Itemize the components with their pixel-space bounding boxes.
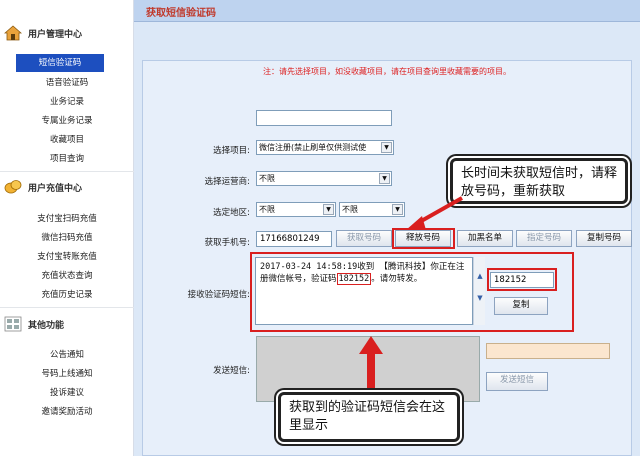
sidebar-item-recharge-history[interactable]: 充值历史记录 (0, 286, 134, 304)
sidebar-item-business-records[interactable]: 业务记录 (0, 93, 134, 111)
arrow-icon (406, 196, 463, 230)
region-city-value: 不限 (342, 205, 358, 214)
sms-content-textarea[interactable]: 2017-03-24 14:58:19收到 【腾讯科技】你正在注册微信帐号，验证… (255, 257, 473, 325)
card-id-input[interactable] (256, 110, 392, 126)
get-number-button[interactable]: 获取号码 (336, 230, 392, 247)
operator-select[interactable]: 不限 ▼ (256, 171, 392, 186)
divider (0, 307, 134, 308)
sidebar-item-wechat-scan[interactable]: 微信扫码充值 (0, 229, 134, 247)
main-content: 获取短信验证码 注：请先选择项目，如没收藏项目，请在项目查询里收藏需要的项目。 … (134, 0, 640, 456)
region-select-province[interactable]: 不限 ▼ (256, 202, 336, 217)
operator-select-value: 不限 (259, 174, 275, 183)
copy-code-button[interactable]: 复制 (494, 297, 548, 315)
copy-number-button[interactable]: 复制号码 (576, 230, 632, 247)
code-highlight-box (487, 268, 557, 291)
page-title: 获取短信验证码 (146, 8, 216, 19)
sidebar-item-alipay-transfer[interactable]: 支付宝转账充值 (0, 248, 134, 266)
region-label: 选定地区: (213, 208, 250, 218)
send-sms-button[interactable]: 发送短信 (486, 372, 548, 391)
sidebar-item-project-query[interactable]: 项目查询 (0, 150, 134, 168)
phone-label: 获取手机号: (204, 238, 250, 248)
user-center-title: 用户管理中心 (28, 29, 83, 40)
chevron-down-icon: ▼ (381, 142, 392, 153)
project-select-value: 微信注册(禁止刷单仅供测试使 (259, 143, 367, 152)
sidebar-item-invite-rewards[interactable]: 邀请奖励活动 (0, 403, 134, 421)
header-bar: 获取短信验证码 (134, 0, 640, 22)
recharge-center-title: 用户充值中心 (28, 183, 83, 194)
phone-number-input[interactable] (256, 231, 332, 247)
project-select[interactable]: 微信注册(禁止刷单仅供测试使 ▼ (256, 140, 394, 155)
sidebar-item-recharge-status[interactable]: 充值状态查询 (0, 267, 134, 285)
sidebar-item-voice-code[interactable]: 语音验证码 (0, 74, 134, 92)
region-province-value: 不限 (259, 205, 275, 214)
sidebar: 用户管理中心 短信验证码 语音验证码 业务记录 专属业务记录 收藏项目 项目查询… (0, 0, 134, 456)
specify-number-button[interactable]: 指定号码 (516, 230, 572, 247)
user-center-header: 用户管理中心 (4, 22, 130, 44)
sms-code-highlight: 182152 (336, 273, 372, 285)
coins-icon (4, 179, 22, 195)
sidebar-item-announcements[interactable]: 公告通知 (0, 346, 134, 364)
scroll-down-icon[interactable]: ▼ (475, 293, 485, 303)
other-functions-header: 其他功能 (4, 313, 130, 335)
other-functions-title: 其他功能 (28, 320, 65, 331)
sidebar-item-exclusive-records[interactable]: 专属业务记录 (0, 112, 134, 130)
release-tip-callout: 长时间未获取短信时，请释放号码，重新获取 (450, 158, 628, 204)
sms-scrollbar[interactable]: ▲ ▼ (473, 257, 485, 325)
release-tip-text: 长时间未获取短信时，请释放号码，重新获取 (461, 166, 618, 199)
sms-display-callout: 获取到的验证码短信会在这里显示 (278, 392, 460, 442)
home-icon (4, 25, 22, 41)
chevron-down-icon: ▼ (379, 173, 390, 184)
divider (0, 171, 134, 172)
scroll-up-icon[interactable]: ▲ (475, 271, 485, 281)
project-label: 选择项目: (213, 146, 250, 156)
sidebar-item-complaints[interactable]: 投诉建议 (0, 384, 134, 402)
sidebar-item-sms-code[interactable]: 短信验证码 (16, 54, 104, 72)
instruction-note: 注：请先选择项目，如没收藏项目，请在项目查询里收藏需要的项目。 (263, 67, 511, 76)
region-select-city[interactable]: 不限 ▼ (339, 202, 405, 217)
sms-text-end: 。请勿转发。 (371, 274, 423, 284)
sidebar-item-favorites[interactable]: 收藏项目 (0, 131, 134, 149)
sms-display-text: 获取到的验证码短信会在这里显示 (289, 400, 446, 433)
send-sms-label: 发送短信: (213, 366, 250, 376)
arrow-icon (359, 336, 383, 392)
chevron-down-icon: ▼ (323, 204, 334, 215)
sidebar-item-number-online[interactable]: 号码上线通知 (0, 365, 134, 383)
sms-receive-label: 接收验证码短信: (187, 290, 250, 300)
recharge-center-header: 用户充值中心 (4, 176, 130, 198)
sidebar-item-alipay-scan[interactable]: 支付宝扫码充值 (0, 210, 134, 228)
operator-label: 选择运营商: (204, 177, 250, 187)
send-sms-target-input[interactable] (486, 343, 610, 359)
grid-icon (4, 316, 22, 332)
